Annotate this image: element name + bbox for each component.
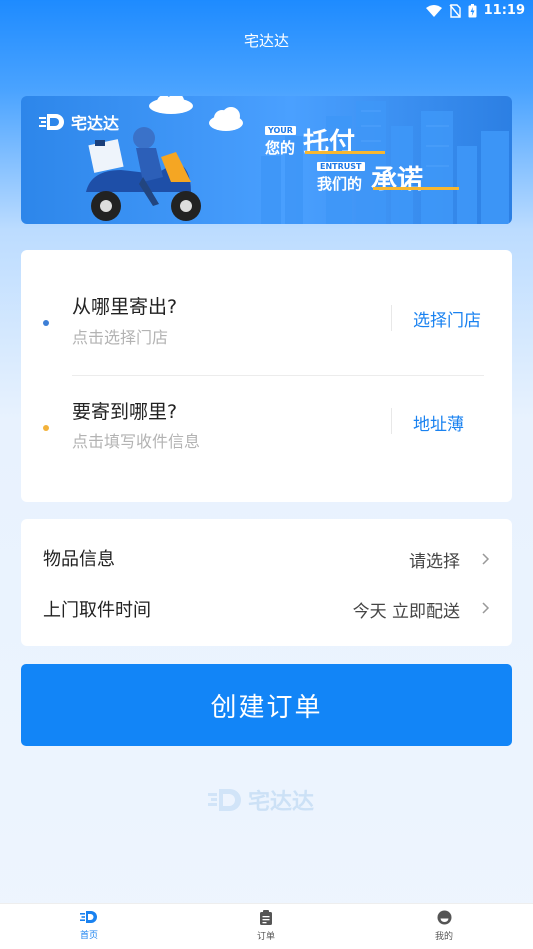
divider xyxy=(391,305,392,331)
watermark-logo: 宅达达 xyxy=(208,784,314,816)
slogan-line1-prefix: 您的 xyxy=(265,139,296,157)
page-title: 宅达达 xyxy=(243,32,289,50)
battery-charging-icon xyxy=(468,3,477,17)
profile-icon xyxy=(437,910,451,925)
brand-logo-icon xyxy=(208,789,241,811)
tab-profile[interactable]: 我的 xyxy=(414,910,474,942)
pickup-time-label: 上门取件时间 xyxy=(43,600,151,621)
status-time: 11:19 xyxy=(483,3,525,18)
item-info-value: 请选择 xyxy=(409,552,460,572)
promo-banner[interactable]: 宅达达 YOUR 您的 托付 ENTRUST 我们的 承诺 xyxy=(21,96,512,224)
divider xyxy=(391,408,392,434)
pickup-time-value: 今天 立即配送 xyxy=(352,602,460,622)
tab-home-label: 首页 xyxy=(79,931,98,941)
brand-logo-icon xyxy=(39,114,64,130)
sender-hint[interactable]: 点击选择门店 xyxy=(72,324,168,348)
tab-orders[interactable]: 订单 xyxy=(236,910,296,942)
tab-home[interactable]: 首页 xyxy=(59,910,119,941)
slogan-line2-main: 承诺 xyxy=(371,165,424,195)
watermark-text: 宅达达 xyxy=(248,790,315,815)
slogan-underline xyxy=(373,187,459,190)
clipboard-icon xyxy=(260,910,272,925)
receiver-dot xyxy=(43,425,49,431)
address-book-link[interactable]: 地址薄 xyxy=(413,410,464,435)
bottom-tab-bar: 首页 订单 我的 xyxy=(0,903,533,949)
chevron-right-icon xyxy=(482,553,490,565)
create-order-button[interactable]: 创建订单 xyxy=(21,664,512,746)
tag-entrust: ENTRUST xyxy=(317,162,365,171)
select-store-link[interactable]: 选择门店 xyxy=(413,306,481,331)
wifi-icon xyxy=(425,4,442,17)
item-info-label: 物品信息 xyxy=(43,549,115,570)
divider xyxy=(72,375,484,376)
tag-your: YOUR xyxy=(265,126,296,135)
sender-title[interactable]: 从哪里寄出? xyxy=(72,292,177,319)
delivery-rider-illustration xyxy=(86,127,201,221)
status-bar: 11:19 xyxy=(0,0,533,24)
cloud-icon xyxy=(209,107,243,131)
no-sim-icon xyxy=(449,3,461,18)
slogan-underline xyxy=(305,151,385,154)
slogan-line2-prefix: 我们的 xyxy=(317,175,363,193)
cloud-icon xyxy=(149,96,193,114)
chevron-right-icon xyxy=(482,602,490,614)
sender-dot xyxy=(43,320,49,326)
tab-orders-label: 订单 xyxy=(256,932,275,942)
home-logo-icon xyxy=(80,911,97,923)
address-card: 从哪里寄出? 点击选择门店 选择门店 要寄到哪里? 点击填写收件信息 地址薄 xyxy=(21,250,512,502)
receiver-hint[interactable]: 点击填写收件信息 xyxy=(72,428,200,452)
order-details-card: 物品信息 请选择 上门取件时间 今天 立即配送 xyxy=(21,519,512,646)
receiver-title[interactable]: 要寄到哪里? xyxy=(72,397,177,424)
status-icons: 11:19 xyxy=(425,3,525,18)
tab-profile-label: 我的 xyxy=(434,932,453,942)
